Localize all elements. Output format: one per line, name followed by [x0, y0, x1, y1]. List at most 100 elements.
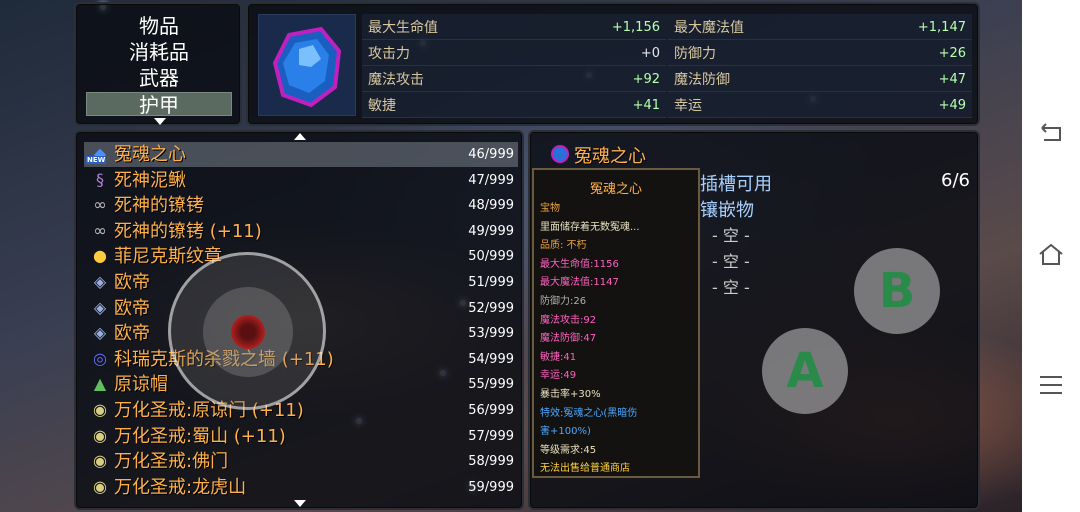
tooltip-line: 里面储存着无数冤魂...	[540, 221, 640, 233]
stat-label: 魔法攻击	[368, 72, 424, 88]
holy-ring-icon: ◉	[93, 425, 107, 445]
empty-socket[interactable]: - 空 -	[712, 248, 750, 272]
armor-icon: ◈	[93, 272, 107, 291]
category-consumables[interactable]: 消耗品	[86, 40, 232, 64]
tooltip-line: 暴击率+30%	[540, 389, 601, 400]
item-quantity: 52/999	[468, 300, 514, 316]
virtual-joystick[interactable]	[168, 252, 326, 410]
inventory-item-row[interactable]: § 死神泥鳅 47/999	[84, 168, 518, 193]
stat-label: 攻击力	[368, 46, 410, 62]
item-name: 欧帝	[114, 272, 150, 293]
tooltip-title: 冤魂之心	[589, 182, 642, 197]
item-quantity: 58/999	[468, 454, 514, 470]
scroll-down-arrow-icon[interactable]	[294, 500, 306, 507]
socket-count: 6/6	[941, 170, 970, 191]
menu-icon[interactable]	[1036, 370, 1066, 400]
tooltip-line: 特效:冤魂之心(黑暗伤	[540, 407, 638, 419]
inventory-item-row[interactable]: ◉ 万化圣戒:龙虎山 59/999	[84, 475, 518, 500]
joystick-core	[231, 315, 265, 349]
tooltip-line: 防御力:26	[540, 296, 587, 307]
tooltip-line: 最大魔法值:1147	[540, 277, 619, 289]
stat-label: 最大魔法值	[674, 20, 744, 36]
detail-item-title: 冤魂之心	[574, 146, 646, 167]
blue-gem-icon	[551, 145, 569, 163]
item-quantity: 56/999	[468, 403, 514, 418]
category-armor[interactable]: 护甲	[86, 92, 232, 117]
empty-socket[interactable]: - 空 -	[712, 274, 750, 298]
scroll-down-arrow-icon[interactable]	[154, 118, 166, 125]
stat-magic-attack: 魔法攻击 +92	[362, 68, 666, 92]
item-name: 冤魂之心	[114, 144, 186, 165]
tooltip-line: 最大生命值:1156	[540, 258, 619, 270]
inventory-item-row[interactable]: ● 菲尼克斯纹章 50/999	[84, 244, 518, 269]
inventory-item-row[interactable]: ∞ 死神的镣铐 (+11) 49/999	[84, 219, 518, 244]
stat-value: +41	[632, 98, 660, 113]
holy-ring-icon: ◉	[93, 476, 107, 496]
stat-max-mp: 最大魔法值 +1,147	[668, 16, 972, 40]
armor-icon: ◈	[93, 323, 107, 343]
empty-socket[interactable]: - 空 -	[712, 222, 750, 246]
a-button[interactable]: A	[762, 328, 848, 414]
item-name: 欧帝	[114, 297, 150, 319]
hat-icon: ▲	[93, 374, 107, 394]
stat-defense: 防御力 +26	[668, 42, 972, 66]
joystick-knob[interactable]	[203, 287, 293, 377]
holy-ring-icon: ◉	[93, 400, 107, 419]
inventory-item-row[interactable]: ◉ 万化圣戒:佛门 58/999	[84, 449, 518, 474]
scroll-up-arrow-icon[interactable]	[294, 133, 306, 140]
tooltip-line: 害+100%)	[540, 426, 591, 438]
item-preview	[258, 14, 356, 116]
item-name: 万化圣戒:佛门	[114, 451, 229, 473]
tooltip-line: 魔法防御:47	[540, 333, 597, 345]
stat-agility: 敏捷 +41	[362, 94, 666, 118]
stat-value: +1,156	[611, 20, 660, 35]
inventory-item-row[interactable]: ◆ NEW 冤魂之心 46/999	[84, 142, 518, 167]
stat-label: 幸运	[674, 98, 702, 114]
back-icon[interactable]	[1036, 118, 1066, 148]
shackle-icon: ∞	[93, 195, 107, 215]
item-quantity: 54/999	[468, 351, 514, 367]
item-quantity: 49/999	[468, 223, 514, 239]
item-quantity: 55/999	[468, 377, 514, 393]
item-name: 欧帝	[114, 323, 150, 345]
inlay-label: 镶嵌物	[700, 200, 754, 221]
tooltip-line: 等级需求:45	[540, 444, 597, 456]
inventory-item-row[interactable]: ◉ 万化圣戒:蜀山 (+11) 57/999	[84, 424, 518, 449]
item-name: 万化圣戒:龙虎山	[114, 476, 247, 498]
tooltip-line: 宝物	[540, 203, 560, 214]
home-icon[interactable]	[1036, 240, 1066, 270]
tooltip-line: 幸运:49	[540, 370, 577, 382]
stat-attack: 攻击力 +0	[362, 42, 666, 66]
tooltip-line: 品质: 不朽	[540, 240, 587, 252]
item-quantity: 48/999	[468, 198, 514, 214]
item-name: 原谅帽	[114, 374, 168, 396]
tooltip-line: 无法出售给普通商店	[540, 463, 630, 475]
stat-value: +92	[632, 72, 660, 87]
shackle-icon: ∞	[93, 220, 107, 240]
item-quantity: 51/999	[468, 275, 514, 290]
stat-value: +47	[938, 72, 966, 87]
category-weapons[interactable]: 武器	[86, 66, 232, 90]
item-quantity: 53/999	[468, 326, 514, 342]
item-name: 万化圣戒:蜀山 (+11)	[114, 425, 286, 447]
stat-value: +0	[640, 46, 660, 61]
stats-panel: 最大生命值 +1,156 攻击力 +0 魔法攻击 +92 敏捷 +41 最大魔法…	[246, 2, 980, 126]
b-button[interactable]: B	[854, 248, 940, 334]
ring-icon: ◎	[93, 348, 107, 368]
item-quantity: 59/999	[468, 479, 514, 495]
item-name: 死神泥鳅	[114, 169, 186, 191]
inventory-item-row[interactable]: ∞ 死神的镣铐 48/999	[84, 193, 518, 218]
item-quantity: 50/999	[468, 249, 514, 265]
item-name: 死神的镣铐	[114, 195, 204, 217]
stat-value: +26	[938, 46, 966, 61]
stat-label: 魔法防御	[674, 72, 730, 88]
category-items[interactable]: 物品	[86, 14, 232, 38]
holy-ring-icon: ◉	[93, 451, 107, 471]
item-name: 死神的镣铐 (+11)	[114, 220, 262, 242]
item-quantity: 57/999	[468, 428, 514, 444]
blue-gem-icon	[272, 26, 342, 108]
stat-value: +49	[938, 98, 966, 113]
tooltip-line: 魔法攻击:92	[540, 314, 597, 326]
stat-value: +1,147	[917, 20, 966, 35]
inventory-item-row[interactable]: ◉ 万化圣戒:原谅门 (+11) 56/999	[84, 398, 518, 423]
